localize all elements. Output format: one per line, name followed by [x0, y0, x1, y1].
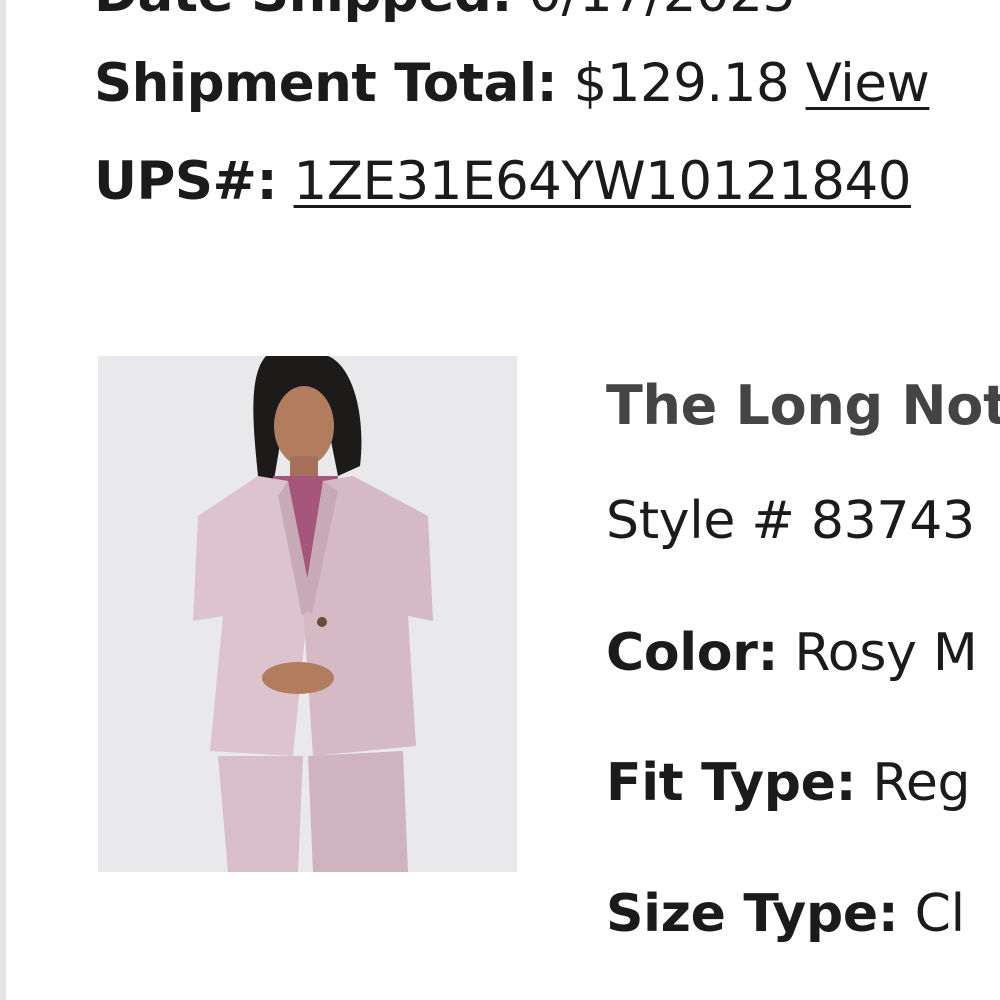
style-value: 83743	[810, 491, 975, 551]
size-type-value: Cl	[914, 884, 965, 944]
left-scroll-rail	[0, 0, 6, 1000]
ups-tracking-link[interactable]: 1ZE31E64YW10121840	[294, 151, 912, 212]
shipment-total-label: Shipment Total:	[94, 53, 558, 114]
date-shipped-label: Date Shipped:	[94, 0, 513, 24]
style-label: Style #	[606, 491, 811, 551]
product-title[interactable]: The Long Not	[606, 376, 1000, 436]
size-type-label: Size Type:	[606, 884, 899, 944]
style-number-line: Style # 83743	[606, 491, 975, 551]
size-type-line: Size Type: Cl	[606, 884, 965, 944]
color-label: Color:	[606, 623, 779, 683]
shipment-total-line: Shipment Total: $129.18 View	[94, 53, 930, 114]
date-shipped-value: 0/17/2025	[528, 0, 796, 24]
fit-type-label: Fit Type:	[606, 753, 857, 813]
ups-tracking-line: UPS#: 1ZE31E64YW10121840	[94, 152, 911, 212]
fit-type-value: Reg	[872, 753, 971, 813]
view-invoice-link[interactable]: View	[806, 53, 930, 114]
product-image[interactable]	[98, 356, 517, 872]
date-shipped-line: Date Shipped: 0/17/2025	[94, 0, 796, 24]
shipment-total-value: $129.18	[573, 53, 790, 114]
fit-type-line: Fit Type: Reg	[606, 753, 971, 813]
color-value: Rosy M	[794, 623, 978, 683]
color-line: Color: Rosy M	[606, 623, 978, 683]
ups-label: UPS#:	[94, 151, 278, 212]
